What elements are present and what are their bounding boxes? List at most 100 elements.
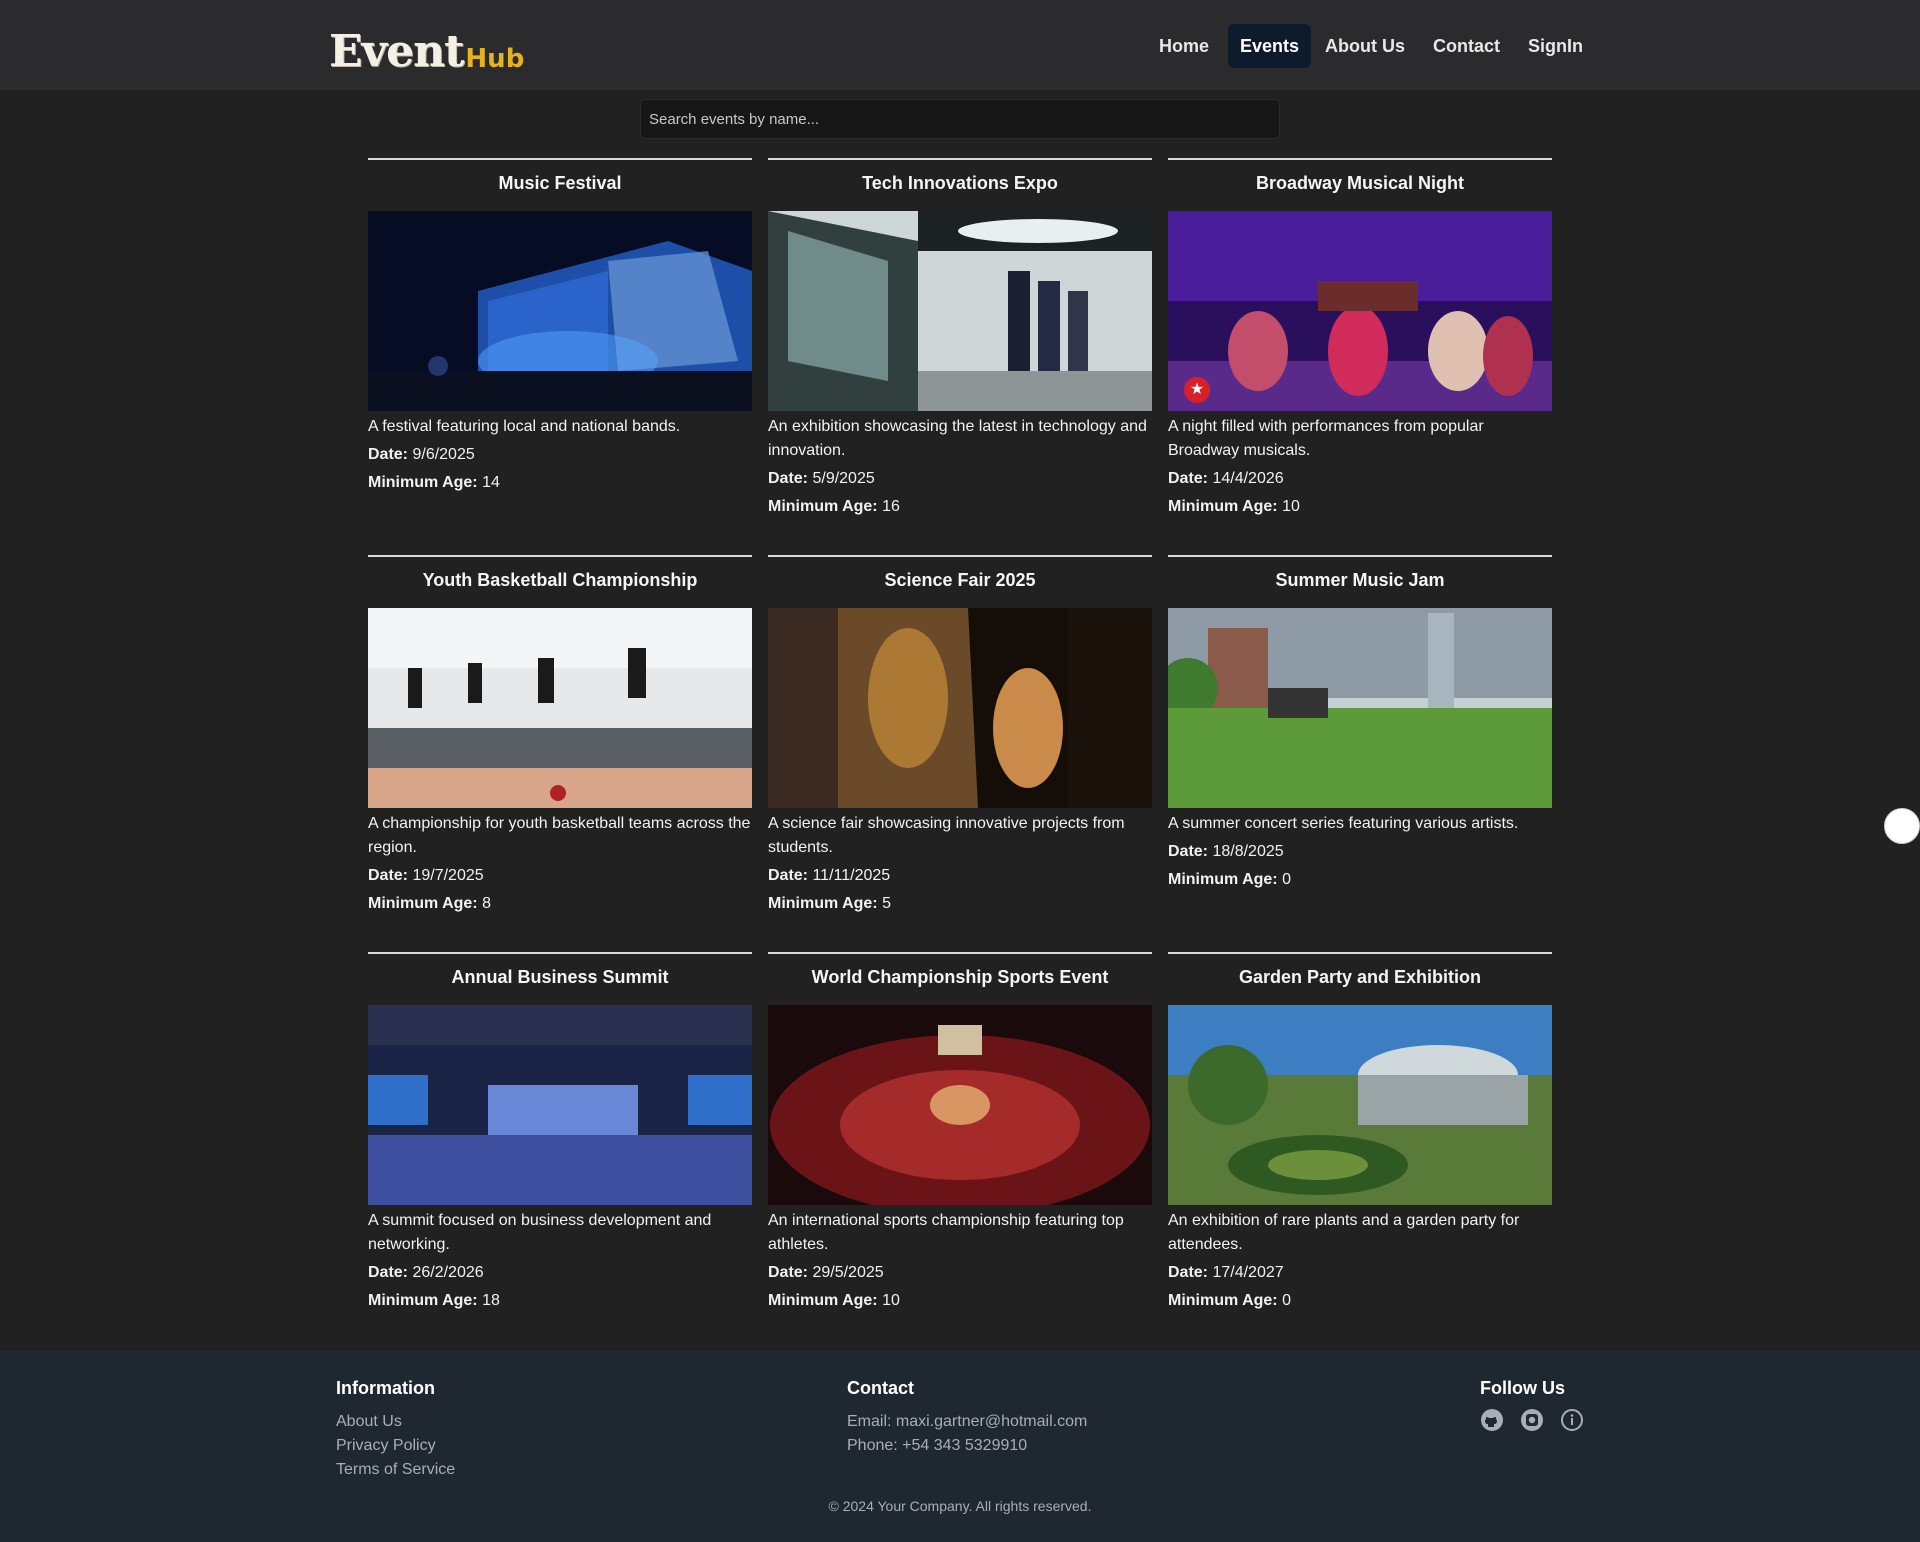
event-card[interactable]: Youth Basketball Championship A champion… (368, 555, 752, 916)
footer-phone: Phone: +54 343 5329910 (847, 1437, 1028, 1454)
event-card[interactable]: Tech Innovations Expo An exhibition show… (768, 158, 1152, 519)
info-icon[interactable] (1560, 1408, 1584, 1432)
event-date: Date: 29/5/2025 (768, 1261, 1152, 1285)
min-age-value: 10 (882, 1292, 900, 1309)
footer-link-terms[interactable]: Terms of Service (336, 1458, 455, 1482)
footer-follow-heading: Follow Us (1480, 1378, 1565, 1398)
min-age-value: 0 (1282, 1292, 1291, 1309)
event-min-age: Minimum Age: 5 (768, 892, 1152, 916)
min-age-label: Minimum Age: (768, 1292, 878, 1309)
event-title[interactable]: Music Festival (368, 171, 752, 199)
event-card[interactable]: Music Festival A festival featuring loca… (368, 158, 752, 495)
instagram-icon[interactable] (1520, 1408, 1544, 1432)
broadway-stage-image[interactable]: ★ (1168, 211, 1552, 411)
min-age-value: 10 (1282, 498, 1300, 515)
tech-expo-image[interactable] (768, 211, 1152, 411)
date-value: 9/6/2025 (412, 446, 475, 463)
nav-events[interactable]: Events (1228, 24, 1312, 68)
event-min-age: Minimum Age: 8 (368, 892, 752, 916)
event-description: A science fair showcasing innovative pro… (768, 815, 1125, 856)
site-footer: Information About Us Privacy Policy Term… (0, 1350, 1920, 1542)
date-label: Date: (368, 1264, 409, 1281)
event-card[interactable]: Garden Party and Exhibition An exhibitio… (1168, 952, 1552, 1313)
date-label: Date: (768, 1264, 809, 1281)
event-title[interactable]: Summer Music Jam (1168, 568, 1552, 596)
date-label: Date: (768, 867, 809, 884)
date-label: Date: (1168, 470, 1209, 487)
event-min-age: Minimum Age: 14 (368, 471, 752, 495)
basketball-gym-image[interactable] (368, 608, 752, 808)
event-date: Date: 18/8/2025 (1168, 840, 1552, 864)
stadium-image[interactable] (768, 1005, 1152, 1205)
date-value: 14/4/2026 (1212, 470, 1284, 487)
event-date: Date: 5/9/2025 (768, 467, 1152, 491)
date-label: Date: (368, 446, 409, 463)
date-value: 5/9/2025 (812, 470, 875, 487)
date-label: Date: (768, 470, 809, 487)
event-card[interactable]: Broadway Musical Night ★ A night filled … (1168, 158, 1552, 519)
event-title[interactable]: Tech Innovations Expo (768, 171, 1152, 199)
min-age-value: 8 (482, 895, 491, 912)
event-description: A night filled with performances from po… (1168, 418, 1484, 459)
event-date: Date: 14/4/2026 (1168, 467, 1552, 491)
event-card[interactable]: World Championship Sports Event An inter… (768, 952, 1152, 1313)
event-description: A summer concert series featuring variou… (1168, 815, 1519, 832)
date-value: 26/2/2026 (412, 1264, 484, 1281)
event-description: A summit focused on business development… (368, 1212, 712, 1253)
event-date: Date: 11/11/2025 (768, 864, 1152, 888)
event-description: An exhibition showcasing the latest in t… (768, 418, 1147, 459)
min-age-label: Minimum Age: (368, 1292, 478, 1309)
date-value: 18/8/2025 (1212, 843, 1284, 860)
min-age-value: 16 (882, 498, 900, 515)
event-card[interactable]: Annual Business Summit A summit focused … (368, 952, 752, 1313)
date-value: 29/5/2025 (812, 1264, 884, 1281)
date-value: 11/11/2025 (812, 867, 891, 884)
event-description: An international sports championship fea… (768, 1212, 1124, 1253)
event-min-age: Minimum Age: 0 (1168, 868, 1552, 892)
footer-link-about-us[interactable]: About Us (336, 1410, 402, 1434)
nav-signin[interactable]: SignIn (1516, 24, 1595, 68)
min-age-value: 18 (482, 1292, 500, 1309)
event-card[interactable]: Summer Music Jam A summer concert series… (1168, 555, 1552, 892)
search-input[interactable] (640, 99, 1280, 139)
event-title[interactable]: Garden Party and Exhibition (1168, 965, 1552, 993)
event-title[interactable]: Annual Business Summit (368, 965, 752, 993)
event-date: Date: 9/6/2025 (368, 443, 752, 467)
min-age-value: 5 (882, 895, 891, 912)
science-fair-image[interactable] (768, 608, 1152, 808)
min-age-label: Minimum Age: (1168, 498, 1278, 515)
github-icon[interactable] (1480, 1408, 1504, 1432)
event-min-age: Minimum Age: 10 (1168, 495, 1552, 519)
event-date: Date: 26/2/2026 (368, 1261, 752, 1285)
min-age-value: 0 (1282, 871, 1291, 888)
min-age-label: Minimum Age: (1168, 1292, 1278, 1309)
date-label: Date: (368, 867, 409, 884)
event-description: A championship for youth basketball team… (368, 815, 751, 856)
footer-email: Email: maxi.gartner@hotmail.com (847, 1413, 1088, 1430)
footer-link-privacy-policy[interactable]: Privacy Policy (336, 1434, 436, 1458)
event-description: A festival featuring local and national … (368, 418, 681, 435)
min-age-label: Minimum Age: (1168, 871, 1278, 888)
event-title[interactable]: Science Fair 2025 (768, 568, 1152, 596)
event-description: An exhibition of rare plants and a garde… (1168, 1212, 1520, 1253)
top-navbar: Event Hub Home Events About Us Contact S… (0, 0, 1920, 90)
garden-image[interactable] (1168, 1005, 1552, 1205)
event-title[interactable]: Broadway Musical Night (1168, 171, 1552, 199)
translate-float-icon[interactable] (1884, 808, 1920, 844)
event-date: Date: 19/7/2025 (368, 864, 752, 888)
outdoor-concert-image[interactable] (1168, 608, 1552, 808)
nav-home[interactable]: Home (1147, 24, 1221, 68)
nav-about-us[interactable]: About Us (1313, 24, 1417, 68)
date-value: 17/4/2027 (1212, 1264, 1284, 1281)
event-title[interactable]: World Championship Sports Event (768, 965, 1152, 993)
star-badge-icon: ★ (1184, 377, 1210, 403)
min-age-label: Minimum Age: (368, 474, 478, 491)
event-title[interactable]: Youth Basketball Championship (368, 568, 752, 596)
event-min-age: Minimum Age: 16 (768, 495, 1152, 519)
business-summit-image[interactable] (368, 1005, 752, 1205)
footer-information-heading: Information (336, 1378, 435, 1398)
min-age-label: Minimum Age: (368, 895, 478, 912)
event-card[interactable]: Science Fair 2025 A science fair showcas… (768, 555, 1152, 916)
nav-contact[interactable]: Contact (1421, 24, 1512, 68)
concert-stage-image[interactable] (368, 211, 752, 411)
